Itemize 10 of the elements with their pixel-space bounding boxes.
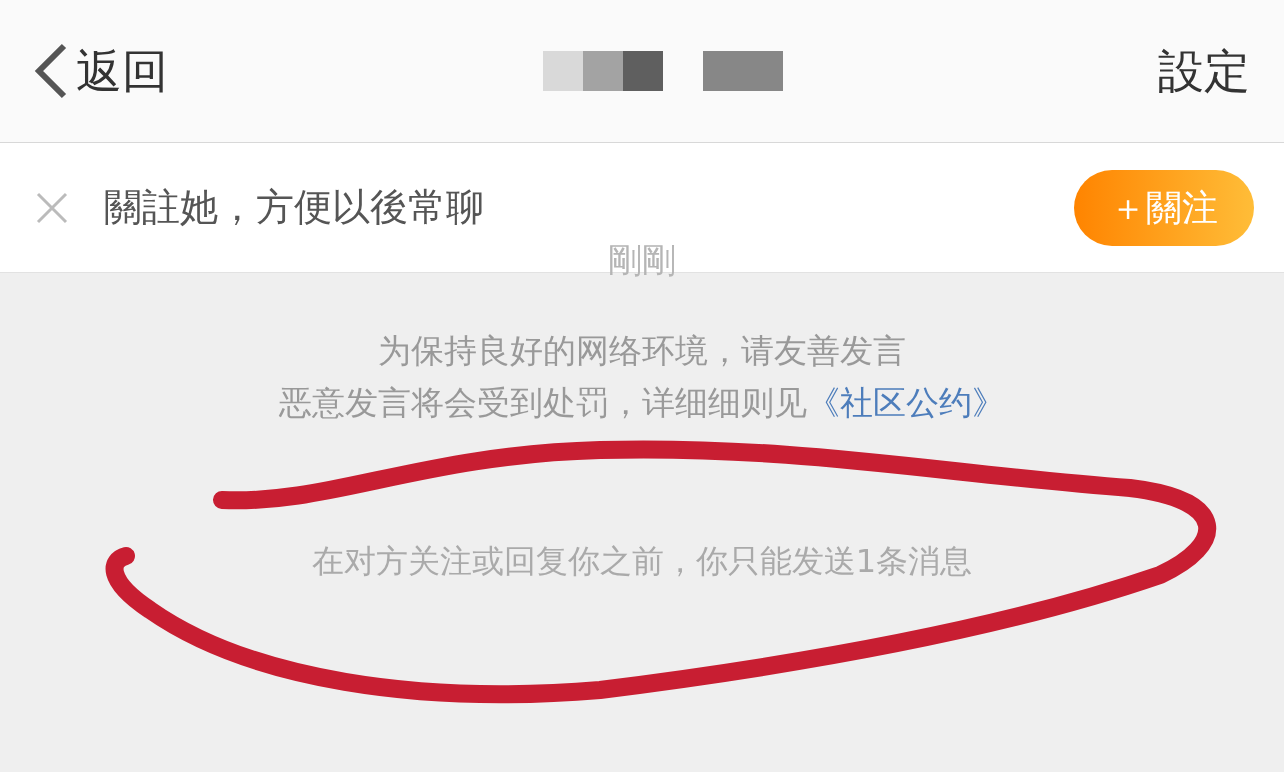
timestamp: 剛剛 — [608, 240, 676, 280]
back-chevron-icon — [34, 42, 68, 100]
notice-text: 恶意发言将会受到处罚，详细细则见《社区公约》 — [279, 382, 1005, 424]
follow-prompt: 關註她，方便以後常聊 — [104, 184, 484, 231]
settings-button[interactable]: 設定 — [1158, 36, 1250, 106]
back-button[interactable]: 返回 — [34, 36, 168, 106]
community-rules-link[interactable]: 《社区公约》 — [807, 383, 1005, 422]
message-limit-text: 在对方关注或回复你之前，你只能发送1条消息 — [311, 541, 973, 582]
close-icon[interactable] — [36, 191, 68, 224]
notice-text: 为保持良好的网络环境，请友善发言 — [378, 330, 906, 372]
